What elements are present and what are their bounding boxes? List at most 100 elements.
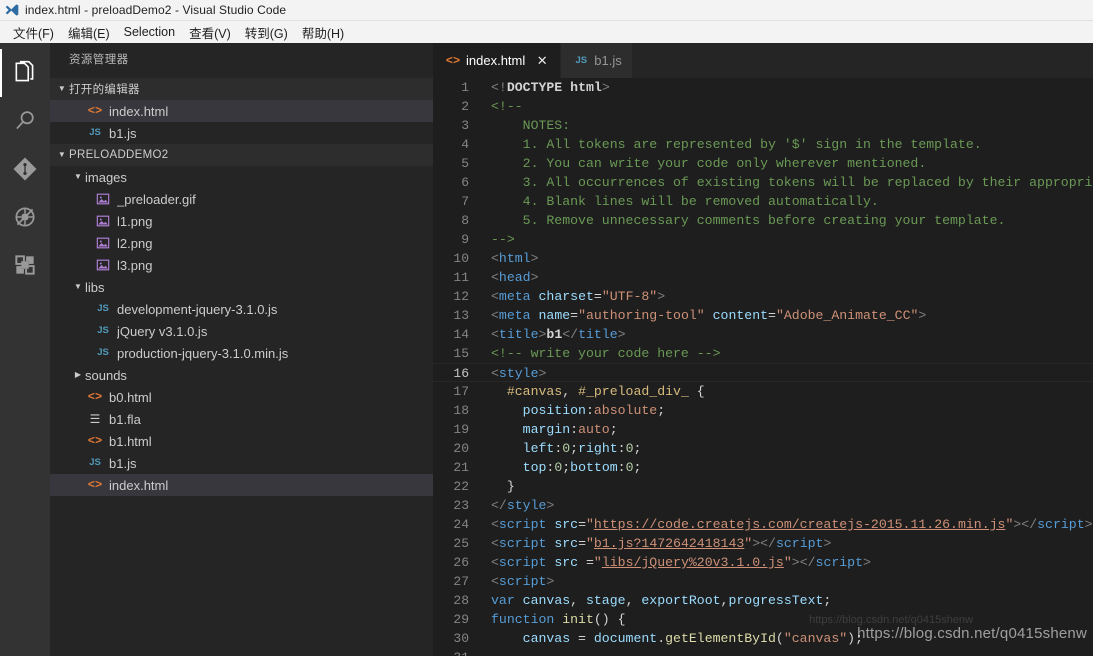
code-token[interactable]: https://code.createjs.com/createjs-2015.… <box>594 517 1006 532</box>
section-project-root[interactable]: ▼ PRELOADDEMO2 <box>50 144 433 166</box>
code-line: 10 <html> <box>433 249 1093 268</box>
code-token: "UTF-8" <box>601 289 658 304</box>
tree-folder-sounds[interactable]: ▶ sounds <box>50 364 433 386</box>
editor-tabs: <> index.html ✕ JS b1.js <box>433 43 1093 78</box>
activity-item-explorer[interactable] <box>0 49 50 97</box>
line-number: 27 <box>453 574 469 589</box>
image-file-icon <box>95 235 111 251</box>
menu-help[interactable]: 帮助(H) <box>295 21 351 44</box>
chevron-down-icon: ▼ <box>74 172 82 181</box>
code-token: progressText <box>728 593 824 608</box>
section-project-root-label: PRELOADDEMO2 <box>69 149 169 161</box>
close-icon[interactable]: ✕ <box>534 53 550 69</box>
code-token: script <box>498 555 547 570</box>
code-line: 15 <!-- write your code here --> <box>433 344 1093 363</box>
code-token: script <box>498 517 547 532</box>
tree-file-production-jquery-min[interactable]: JS production-jquery-3.1.0.min.js <box>50 342 433 364</box>
code-token: > <box>791 555 800 570</box>
code-token: script <box>1037 517 1085 532</box>
tree-item-label: jQuery v3.1.0.js <box>117 323 208 339</box>
line-number: 26 <box>453 555 469 570</box>
line-number: 5 <box>461 156 469 171</box>
activity-item-debug[interactable] <box>0 193 50 241</box>
code-token: > <box>546 574 555 589</box>
code-token: canvas <box>522 593 571 608</box>
open-editor-index-html[interactable]: <> index.html <box>50 100 433 122</box>
activity-item-extensions[interactable] <box>0 241 50 289</box>
menu-edit[interactable]: 编辑(E) <box>61 21 117 44</box>
open-editor-b1-js[interactable]: JS b1.js <box>50 122 433 144</box>
html-file-icon: <> <box>87 104 103 118</box>
tree-file-b1-js[interactable]: JS b1.js <box>50 452 433 474</box>
code-token: = <box>570 631 594 646</box>
source-control-icon <box>13 157 37 181</box>
activity-item-search[interactable] <box>0 97 50 145</box>
code-line: 9 --> <box>433 230 1093 249</box>
tree-file-b1-html[interactable]: <> b1.html <box>50 430 433 452</box>
line-number: 19 <box>453 422 469 437</box>
tab-index-html[interactable]: <> index.html ✕ <box>433 43 562 78</box>
tree-file-index-html[interactable]: <> index.html <box>50 474 433 496</box>
line-number: 14 <box>453 327 469 342</box>
tree-file-b1-fla[interactable]: ☰ b1.fla <box>50 408 433 430</box>
code-token: meta <box>498 289 531 304</box>
code-line-text: 3. All occurrences of existing tokens wi… <box>491 173 1093 192</box>
tree-file-l2-png[interactable]: l2.png <box>50 232 433 254</box>
tab-b1-js[interactable]: JS b1.js <box>561 43 633 78</box>
tree-item-label: l2.png <box>117 235 153 251</box>
code-token: name <box>538 308 571 323</box>
menu-file[interactable]: 文件(F) <box>6 21 61 44</box>
code-line-text: 5. Remove unnecessary comments before cr… <box>491 211 1093 230</box>
tree-file-l3-png[interactable]: l3.png <box>50 254 433 276</box>
code-token: > <box>530 270 539 285</box>
code-line: 13 <meta name="authoring-tool" content="A… <box>433 306 1093 325</box>
line-number: 25 <box>453 536 469 551</box>
code-line: 22 } <box>433 477 1093 496</box>
code-token: canvas <box>522 631 571 646</box>
tree-item-label: b1.html <box>109 433 152 449</box>
code-token: </ <box>562 327 579 342</box>
activity-item-source-control[interactable] <box>0 145 50 193</box>
code-token: right <box>578 441 618 456</box>
tree-folder-images[interactable]: ▼ images <box>50 166 433 188</box>
code-token[interactable]: libs/jQuery%20v3.1.0.js <box>602 555 784 570</box>
tree-file-jquery-v310[interactable]: JS jQuery v3.1.0.js <box>50 320 433 342</box>
tree-file-b0-html[interactable]: <> b0.html <box>50 386 433 408</box>
code-line-text: <html> <box>491 249 1093 268</box>
code-editor[interactable]: 1 <!DOCTYPE html> 2 <!-- 3 NOTES: 4 1. All to… <box>433 78 1093 656</box>
code-token: < <box>491 270 499 285</box>
menu-view[interactable]: 查看(V) <box>182 21 238 44</box>
code-token: style <box>506 498 547 513</box>
line-number: 10 <box>453 251 469 266</box>
vscode-window: index.html - preloadDemo2 - Visual Studi… <box>0 0 1093 656</box>
tree-folder-libs[interactable]: ▼ libs <box>50 276 433 298</box>
code-token: < <box>491 536 499 551</box>
chevron-down-icon: ▼ <box>74 282 82 291</box>
line-number: 13 <box>453 308 469 323</box>
code-line: 8 5. Remove unnecessary comments before … <box>433 211 1093 230</box>
section-open-editors[interactable]: ▼ 打开的编辑器 <box>50 78 433 100</box>
js-file-icon: JS <box>89 127 101 138</box>
code-token: "canvas" <box>783 631 848 646</box>
menu-go[interactable]: 转到(G) <box>238 21 295 44</box>
code-token: ; <box>633 460 642 475</box>
code-token: 5. Remove unnecessary comments before cr… <box>491 213 1006 228</box>
tree-item-label: b1.js <box>109 455 137 471</box>
tree-file-preloader-gif[interactable]: _preloader.gif <box>50 188 433 210</box>
open-editor-label: index.html <box>109 103 169 119</box>
code-line-text: <meta name="authoring-tool" content="Ado… <box>491 306 1093 325</box>
tree-file-development-jquery[interactable]: JS development-jquery-3.1.0.js <box>50 298 433 320</box>
search-icon <box>16 111 34 130</box>
code-token: var <box>491 593 515 608</box>
code-token: < <box>491 308 499 323</box>
menu-selection[interactable]: Selection <box>117 23 182 41</box>
code-line-text: position:absolute; <box>491 401 1093 420</box>
code-token: html <box>570 80 602 95</box>
tree-item-label: _preloader.gif <box>117 191 196 207</box>
code-token[interactable]: b1.js?1472642418143 <box>594 536 744 551</box>
code-token: script <box>815 555 864 570</box>
tree-file-l1-png[interactable]: l1.png <box>50 210 433 232</box>
